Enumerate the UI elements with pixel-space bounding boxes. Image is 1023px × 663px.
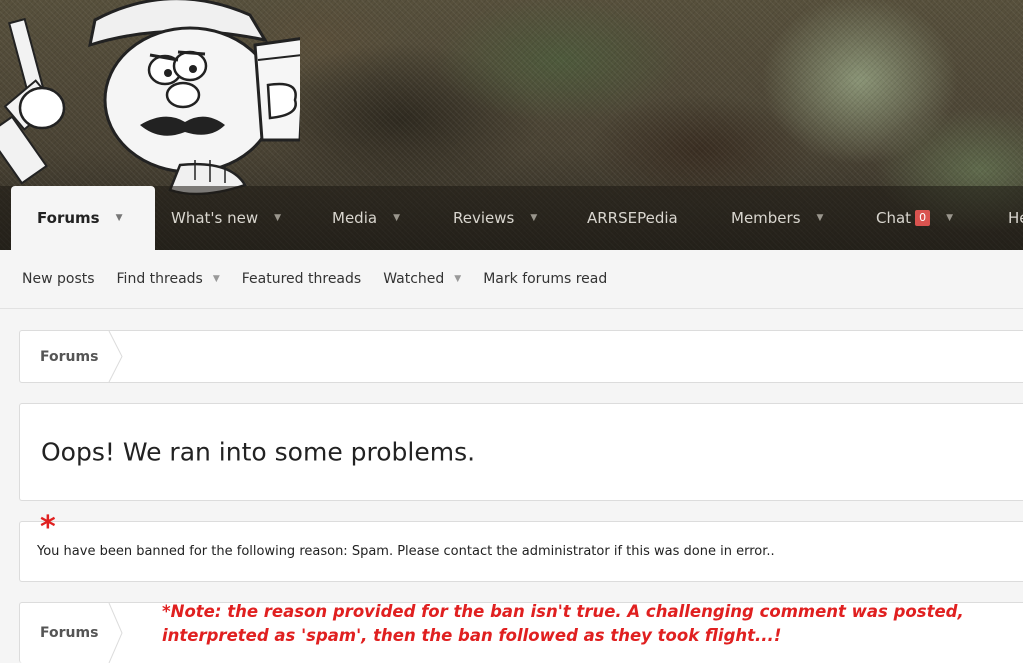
subnav-new-posts[interactable]: New posts [22, 271, 95, 287]
tab-whats-new[interactable]: What's new ▼ [171, 186, 281, 250]
annotation-asterisk: * [40, 510, 56, 545]
annotation-note-line: interpreted as 'spam', then the ban foll… [162, 626, 782, 645]
tab-label: Media [332, 209, 378, 227]
subnav-mark-forums-read[interactable]: Mark forums read [483, 271, 607, 287]
sub-nav: New posts Find threads ▼ Featured thread… [0, 250, 1023, 309]
chevron-down-icon[interactable]: ▼ [393, 213, 400, 223]
breadcrumb-label: Forums [40, 348, 99, 365]
tab-label: Reviews [453, 209, 515, 227]
tab-label: What's new [171, 209, 259, 227]
tab-help[interactable]: He [1008, 186, 1023, 250]
ban-message: You have been banned for the following r… [37, 544, 775, 559]
annotation-note: *Note: the reason provided for the ban i… [162, 600, 1012, 648]
mascot-logo[interactable] [0, 0, 300, 205]
tab-members[interactable]: Members ▼ [731, 186, 823, 250]
breadcrumb-label: Forums [40, 625, 99, 641]
subnav-label: Watched [383, 271, 445, 287]
subnav-featured-threads[interactable]: Featured threads [242, 271, 361, 287]
error-message-block: You have been banned for the following r… [19, 521, 1023, 582]
chevron-down-icon[interactable]: ▼ [274, 213, 281, 223]
subnav-label: Mark forums read [483, 271, 608, 287]
tab-label: He [1008, 209, 1023, 227]
subnav-find-threads[interactable]: Find threads ▼ [117, 271, 220, 287]
chevron-down-icon[interactable]: ▼ [817, 213, 824, 223]
subnav-label: Featured threads [241, 271, 362, 287]
tab-label: Chat [876, 209, 912, 227]
error-title-block: Oops! We ran into some problems. [19, 403, 1023, 501]
chevron-down-icon[interactable]: ▼ [530, 213, 537, 223]
subnav-label: New posts [22, 271, 95, 287]
tab-forums[interactable]: Forums ▼ [11, 186, 155, 250]
chevron-down-icon[interactable]: ▼ [454, 274, 461, 284]
main-nav: Forums ▼ What's new ▼ Media ▼ Reviews ▼ … [0, 186, 1023, 250]
breadcrumb-top: Forums [19, 330, 1023, 383]
tab-arrsepedia[interactable]: ARRSEPedia [587, 186, 678, 250]
tab-chat[interactable]: Chat 0 ▼ [876, 186, 953, 250]
chat-count-badge: 0 [915, 210, 931, 226]
page-title: Oops! We ran into some problems. [41, 437, 476, 467]
breadcrumb-arrow-icon [108, 331, 123, 382]
subnav-label: Find threads [116, 271, 203, 287]
breadcrumb-arrow-icon [108, 603, 123, 663]
tab-label: Members [731, 209, 801, 227]
tab-label: Forums [37, 209, 100, 227]
tab-label: ARRSEPedia [587, 209, 678, 227]
tab-media[interactable]: Media ▼ [332, 186, 400, 250]
annotation-note-line: *Note: the reason provided for the ban i… [162, 602, 964, 621]
chevron-down-icon[interactable]: ▼ [213, 274, 220, 284]
chevron-down-icon[interactable]: ▼ [116, 213, 123, 223]
tab-reviews[interactable]: Reviews ▼ [453, 186, 537, 250]
subnav-watched[interactable]: Watched ▼ [383, 271, 461, 287]
chevron-down-icon[interactable]: ▼ [946, 213, 953, 223]
